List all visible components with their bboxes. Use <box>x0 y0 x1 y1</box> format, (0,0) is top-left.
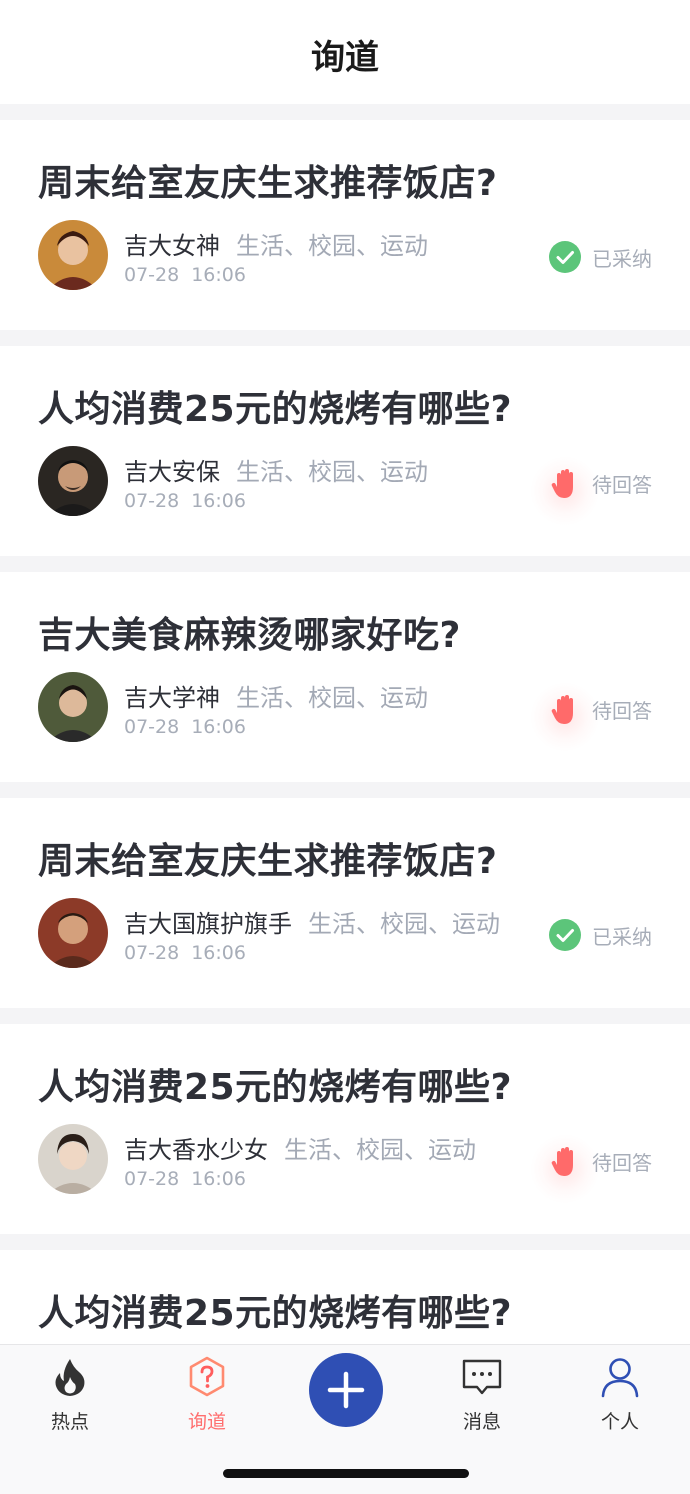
nav-item-messages[interactable]: 消息 <box>437 1355 527 1434</box>
question-card[interactable]: 吉大美食麻辣烫哪家好吃? 吉大学神 生活、校园、运动 07-28 16:06 待回答 <box>0 572 690 782</box>
question-title[interactable]: 周末给室友庆生求推荐饭店? <box>38 832 497 884</box>
avatar[interactable] <box>38 1124 108 1194</box>
question-tags: 生活、校园、运动 <box>308 910 500 938</box>
post-time: 16:06 <box>191 264 246 286</box>
nav-label: 个人 <box>600 1411 639 1433</box>
question-card[interactable]: 周末给室友庆生求推荐饭店? 吉大女神 生活、校园、运动 07-28 16:06 已采… <box>0 120 690 330</box>
page-title: 询道 <box>311 37 379 78</box>
bottom-nav: 热点 询道 消息 个人 <box>0 1344 690 1494</box>
status-label: 待回答 <box>592 698 652 723</box>
author-name[interactable]: 吉大学神 <box>124 684 220 712</box>
question-tags: 生活、校园、运动 <box>236 232 428 260</box>
question-title[interactable]: 人均消费25元的烧烤有哪些? <box>38 1284 512 1336</box>
status-badge: 待回答 <box>530 456 652 526</box>
post-time: 16:06 <box>191 1168 246 1190</box>
check-circle-icon <box>548 240 582 274</box>
post-time: 16:06 <box>191 942 246 964</box>
author-name[interactable]: 吉大国旗护旗手 <box>124 910 292 938</box>
plus-icon <box>327 1371 365 1409</box>
message-icon <box>460 1355 504 1399</box>
nav-label: 询道 <box>187 1411 226 1433</box>
home-indicator <box>223 1469 469 1478</box>
question-tags: 生活、校园、运动 <box>284 1136 476 1164</box>
question-title[interactable]: 周末给室友庆生求推荐饭店? <box>38 154 497 206</box>
question-title[interactable]: 人均消费25元的烧烤有哪些? <box>38 1058 512 1110</box>
raised-hand-icon <box>530 1134 600 1204</box>
author-name[interactable]: 吉大安保 <box>124 458 220 486</box>
question-card[interactable]: 周末给室友庆生求推荐饭店? 吉大国旗护旗手 生活、校园、运动 07-28 16:06… <box>0 798 690 1008</box>
avatar[interactable] <box>38 672 108 742</box>
question-card[interactable]: 人均消费25元的烧烤有哪些? 吉大香水少女 生活、校园、运动 07-28 16:06… <box>0 1024 690 1234</box>
check-circle-icon <box>548 918 582 952</box>
post-date: 07-28 <box>124 264 180 286</box>
question-card[interactable]: 人均消费25元的烧烤有哪些? 吉大安保 生活、校园、运动 07-28 16:06 待… <box>0 346 690 556</box>
nav-item-xundao[interactable]: 询道 <box>162 1355 252 1434</box>
status-badge: 待回答 <box>530 682 652 752</box>
post-date: 07-28 <box>124 942 180 964</box>
top-bar: 询道 <box>0 0 690 104</box>
post-time: 16:06 <box>191 716 246 738</box>
question-hexagon-icon <box>185 1355 229 1399</box>
post-time: 16:06 <box>191 490 246 512</box>
question-title[interactable]: 吉大美食麻辣烫哪家好吃? <box>38 606 461 658</box>
post-date: 07-28 <box>124 1168 180 1190</box>
nav-label: 消息 <box>462 1411 501 1433</box>
nav-item-hot[interactable]: 热点 <box>25 1355 115 1434</box>
status-label: 已采纳 <box>592 924 652 949</box>
avatar[interactable] <box>38 446 108 516</box>
question-tags: 生活、校园、运动 <box>236 458 428 486</box>
raised-hand-icon <box>530 682 600 752</box>
status-label: 已采纳 <box>592 246 652 271</box>
avatar[interactable] <box>38 220 108 290</box>
status-badge: 待回答 <box>530 1134 652 1204</box>
avatar[interactable] <box>38 898 108 968</box>
nav-item-profile[interactable]: 个人 <box>575 1355 665 1434</box>
author-name[interactable]: 吉大女神 <box>124 232 220 260</box>
question-title[interactable]: 人均消费25元的烧烤有哪些? <box>38 380 512 432</box>
author-name[interactable]: 吉大香水少女 <box>124 1136 268 1164</box>
post-date: 07-28 <box>124 490 180 512</box>
status-badge: 已采纳 <box>548 918 652 952</box>
raised-hand-icon <box>530 456 600 526</box>
status-label: 待回答 <box>592 1150 652 1175</box>
status-label: 待回答 <box>592 472 652 497</box>
person-icon <box>598 1355 642 1399</box>
question-tags: 生活、校园、运动 <box>236 684 428 712</box>
add-question-button[interactable] <box>309 1353 383 1427</box>
post-date: 07-28 <box>124 716 180 738</box>
flame-icon <box>48 1355 92 1399</box>
status-badge: 已采纳 <box>548 240 652 274</box>
nav-label: 热点 <box>50 1411 89 1433</box>
